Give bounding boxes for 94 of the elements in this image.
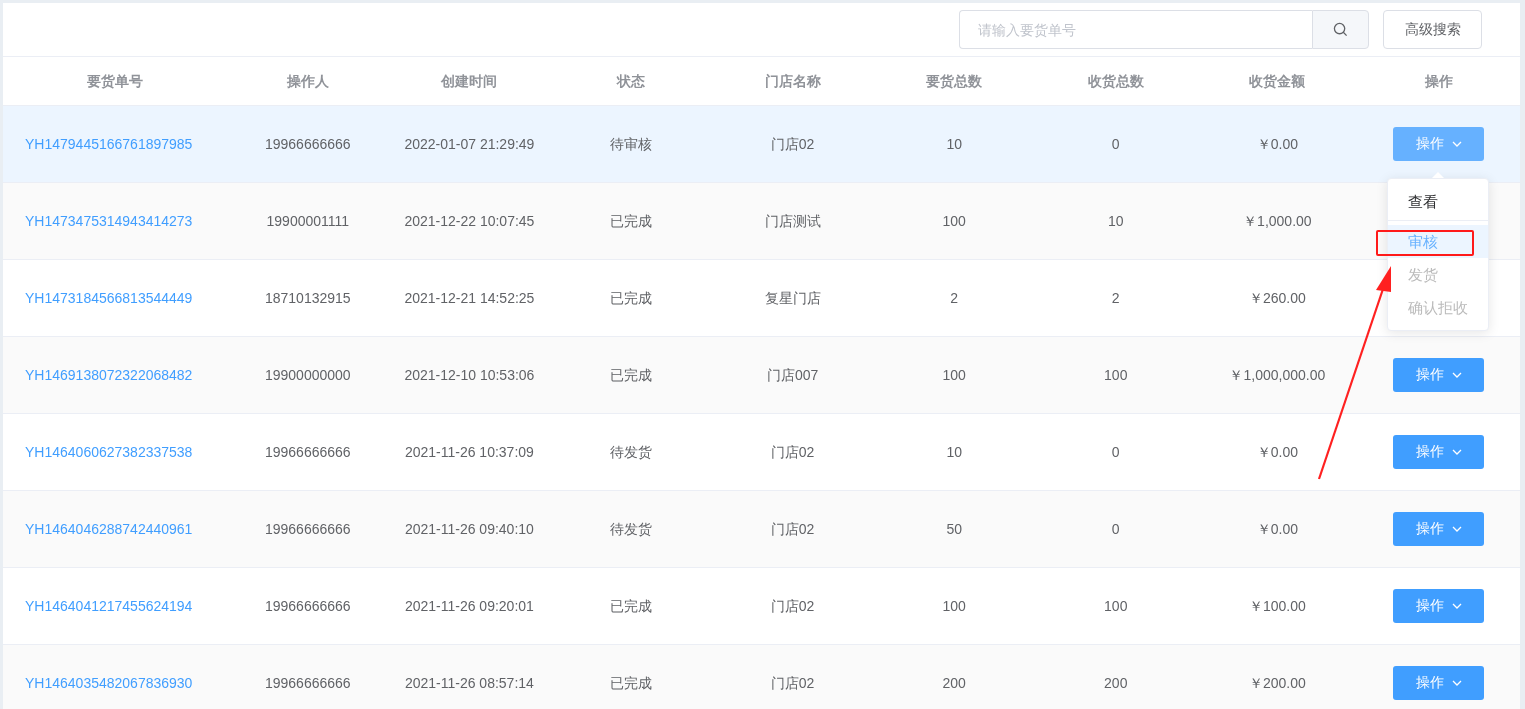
table-cell-text: 100 — [1104, 366, 1128, 385]
advanced-search-button[interactable]: 高级搜索 — [1383, 10, 1482, 49]
table-cell-text: 2 — [950, 289, 959, 308]
table-cell-text: 2021-11-26 10:37:09 — [404, 443, 534, 462]
column-header: 创建时间 — [441, 72, 498, 91]
action-dropdown-button[interactable]: 操作 — [1393, 127, 1485, 161]
table-cell-text: 2021-12-10 10:53:06 — [404, 366, 535, 385]
table-cell-text: 门店02 — [770, 520, 815, 539]
table-cell-text: 100 — [942, 597, 966, 616]
table-cell-text: 19966666666 — [264, 520, 351, 539]
table-cell-text: ￥200.00 — [1248, 674, 1306, 693]
chevron-down-icon — [1451, 603, 1462, 609]
table-cell-text: 已完成 — [610, 212, 652, 231]
table-cell-text: 200 — [1104, 674, 1128, 693]
action-dropdown-button[interactable]: 操作 — [1393, 666, 1485, 700]
table-row[interactable]: YH1479445166761897985 19966666666 2022-01-07 21:29:49 待审核 门店02 10 0 ￥0.00 操作 — [3, 106, 1520, 183]
table-cell-text: 2 — [1111, 289, 1120, 308]
table-cell-text: 待审核 — [610, 135, 652, 154]
table-cell-text: 19900001111 — [266, 212, 350, 231]
chevron-down-icon — [1451, 372, 1462, 378]
column-header: 状态 — [617, 72, 645, 91]
table-cell-text: 2021-11-26 08:57:14 — [404, 674, 534, 693]
table-cell-text: 待发货 — [610, 520, 652, 539]
table-cell-text: ￥1,000,000.00 — [1229, 366, 1326, 385]
table-row[interactable]: YH1464035482067836930 19966666666 2021-11-26 08:57:14 已完成 门店02 200 200 ￥200.00 操作 — [3, 645, 1520, 709]
table-cell-text: 2021-12-21 14:52:25 — [404, 289, 535, 308]
table-cell-text: 19966666666 — [264, 674, 351, 693]
table-cell-text: 门店02 — [770, 597, 815, 616]
table-cell-text: 已完成 — [610, 289, 652, 308]
chevron-down-icon — [1451, 141, 1462, 147]
table-cell-text: ￥100.00 — [1248, 597, 1306, 616]
table-cell-text: 19966666666 — [264, 135, 351, 154]
chevron-down-icon — [1451, 526, 1462, 532]
column-header: 要货单号 — [87, 72, 143, 91]
menu-item[interactable]: 查看 — [1408, 185, 1438, 218]
table-row[interactable]: YH1469138072322068482 19900000000 2021-12-10 10:53:06 已完成 门店007 100 100 ￥1,000,000.00 操作 — [3, 337, 1520, 414]
order-number-link[interactable]: YH1479445166761897985 — [25, 130, 193, 158]
chevron-down-icon — [1451, 680, 1462, 686]
order-number-link[interactable]: YH1464041217455624194 — [25, 592, 193, 620]
table-cell-text: 2021-11-26 09:40:10 — [404, 520, 534, 539]
table-cell-text: 2021-12-22 10:07:45 — [404, 212, 535, 231]
search-button[interactable] — [1312, 10, 1369, 49]
table-cell-text: 0 — [1111, 443, 1120, 462]
order-number-link[interactable]: YH1464060627382337538 — [25, 438, 193, 466]
table-cell-text: 已完成 — [610, 674, 652, 693]
table-cell-text: 门店02 — [770, 443, 815, 462]
action-dropdown-button[interactable]: 操作 — [1393, 358, 1485, 392]
table-cell-text: 19966666666 — [264, 443, 351, 462]
action-dropdown-button[interactable]: 操作 — [1393, 512, 1485, 546]
column-header: 要货总数 — [926, 72, 983, 91]
order-number-link[interactable]: YH1469138072322068482 — [25, 361, 193, 389]
table-cell-text: 19900000000 — [264, 366, 351, 385]
action-dropdown-button[interactable]: 操作 — [1393, 435, 1485, 469]
column-header: 门店名称 — [764, 72, 821, 91]
table-cell-text: 200 — [942, 674, 966, 693]
chevron-down-icon — [1451, 449, 1462, 455]
table-cell-text: 100 — [1104, 597, 1128, 616]
table-cell-text: ￥1,000.00 — [1243, 212, 1312, 231]
table-cell-text: 0 — [1111, 135, 1120, 154]
table-cell-text: 10 — [946, 135, 962, 154]
table-cell-text: 2022-01-07 21:29:49 — [404, 135, 535, 154]
table-cell-text: 10 — [1107, 212, 1124, 231]
search-icon — [1333, 22, 1348, 37]
table-cell-text: 0 — [1111, 520, 1120, 539]
table-cell-text: ￥0.00 — [1256, 443, 1298, 462]
table-cell-text: 门店02 — [770, 674, 815, 693]
order-number-link[interactable]: YH1473184566813544449 — [25, 284, 193, 312]
table-cell-text: 2021-11-26 09:20:01 — [404, 597, 534, 616]
order-number-link[interactable]: YH1473475314943414273 — [25, 207, 193, 235]
table-cell-text: 复星门店 — [764, 289, 821, 308]
table-cell-text: ￥0.00 — [1256, 135, 1298, 154]
table-cell-text: 待发货 — [610, 443, 652, 462]
table-cell-text: 已完成 — [610, 597, 652, 616]
order-number-link[interactable]: YH1464046288742440961 — [25, 515, 193, 543]
order-number-link[interactable]: YH1464035482067836930 — [25, 669, 193, 697]
table-cell-text: 门店02 — [770, 135, 815, 154]
table-cell-text: 门店测试 — [764, 212, 821, 231]
table-row[interactable]: YH1464046288742440961 19966666666 2021-11-26 09:40:10 待发货 门店02 50 0 ￥0.00 操作 — [3, 491, 1520, 568]
column-header: 操作人 — [286, 72, 329, 91]
table-cell-text: 门店007 — [766, 366, 819, 385]
table-cell-text: 50 — [946, 520, 962, 539]
search-field[interactable]: 请输入要货单号 — [959, 10, 1312, 49]
action-dropdown-button[interactable]: 操作 — [1393, 589, 1485, 623]
table-cell-text: 18710132915 — [264, 289, 351, 308]
column-header: 收货金额 — [1249, 72, 1306, 91]
table-cell-text: 10 — [946, 443, 962, 462]
table-cell-text: 100 — [942, 366, 966, 385]
table-cell-text: 已完成 — [610, 366, 652, 385]
table-cell-text: 19966666666 — [264, 597, 351, 616]
column-header: 收货总数 — [1087, 72, 1144, 91]
column-header: 操作 — [1424, 72, 1453, 91]
table-cell-text: 100 — [942, 212, 966, 231]
table-cell-text: ￥260.00 — [1248, 289, 1306, 308]
table-cell-text: ￥0.00 — [1256, 520, 1298, 539]
